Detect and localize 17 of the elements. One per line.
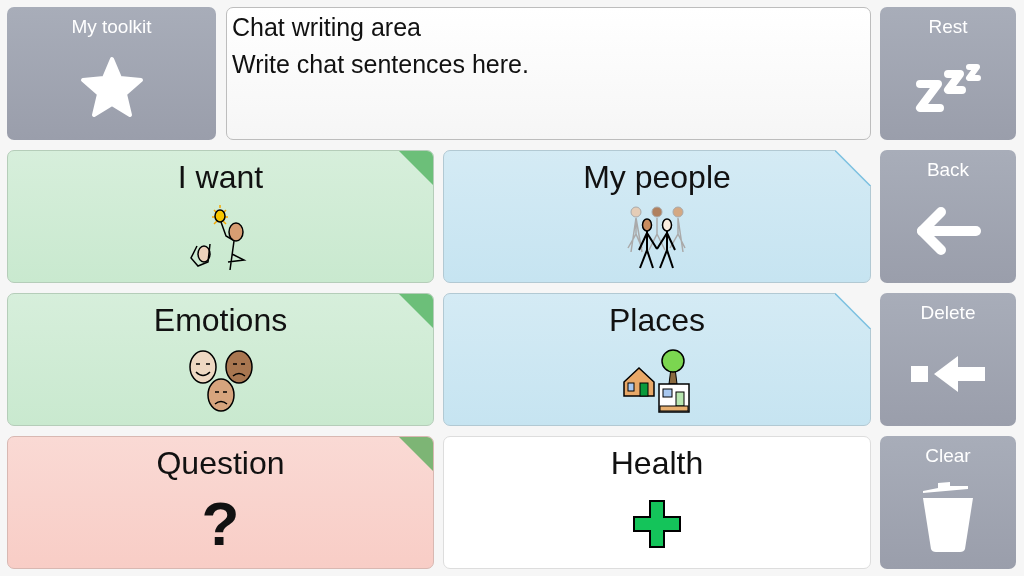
faces-icon [186,347,255,415]
delete-icon [910,355,986,393]
category-tile[interactable]: I want [7,150,434,283]
category-tile[interactable]: Places [443,293,871,426]
category-tile[interactable]: My people [443,150,871,283]
star-icon [78,56,145,120]
trash-icon [920,481,976,553]
category-tile[interactable]: Emotions [7,293,434,426]
question-mark-symbol: ? [201,493,240,555]
house-and-tree-icon [622,348,692,414]
chat-writing-area[interactable]: Chat writing area Write chat sentences here. [226,7,871,140]
category-tile[interactable]: Health [443,436,871,569]
chat-input-field[interactable]: Write chat sentences here. [232,50,865,90]
category-tile[interactable]: Question ? [7,436,434,569]
sleep-icon [914,62,982,114]
chat-area-title: Chat writing area [232,13,422,42]
plus-icon [633,500,681,548]
